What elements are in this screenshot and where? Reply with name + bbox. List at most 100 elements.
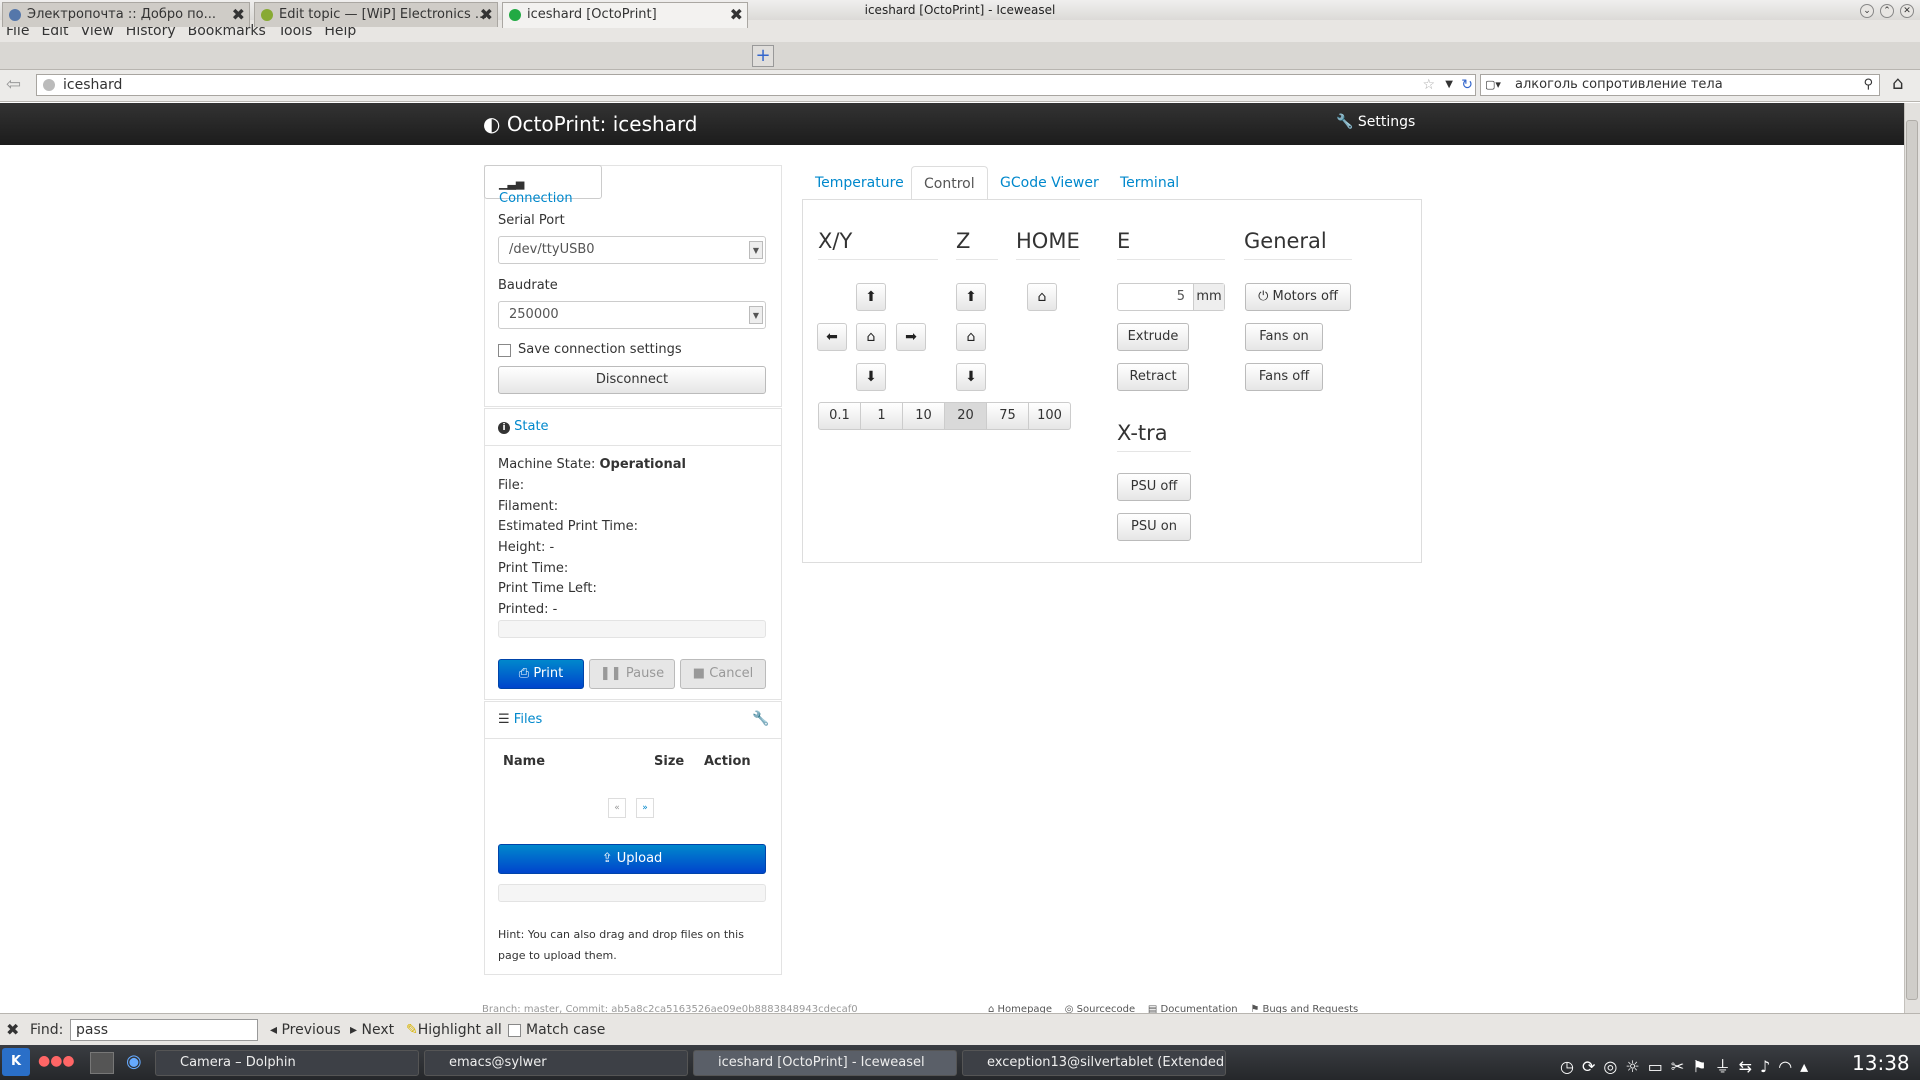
pagination-prev[interactable]: « bbox=[608, 798, 626, 818]
find-previous-button[interactable]: ◂ Previous bbox=[270, 1014, 341, 1046]
serial-port-select[interactable]: /dev/ttyUSB0 ▼ bbox=[498, 236, 766, 264]
tab-temperature[interactable]: Temperature bbox=[803, 166, 916, 200]
find-close-icon[interactable]: ✖ bbox=[6, 1014, 19, 1046]
psu-off-button[interactable]: PSU off bbox=[1117, 473, 1191, 501]
task-emacs[interactable]: emacs@sylwer bbox=[424, 1050, 688, 1076]
updates-icon[interactable]: ⟳ bbox=[1582, 1057, 1603, 1076]
settings-tray-icon[interactable]: ☼ bbox=[1625, 1057, 1647, 1076]
motors-off-button[interactable]: ⏻ Motors off bbox=[1245, 283, 1351, 311]
y-plus-button[interactable]: ⬆ bbox=[856, 283, 886, 311]
footer-homepage[interactable]: ⌂ Homepage bbox=[988, 1004, 1052, 1013]
tab-gcode-viewer[interactable]: GCode Viewer bbox=[988, 166, 1111, 200]
reload-icon[interactable]: ↻ bbox=[1461, 75, 1473, 95]
tab-terminal[interactable]: Terminal bbox=[1108, 166, 1191, 200]
home-all-button[interactable]: ⌂ bbox=[1027, 283, 1057, 311]
tab-close-icon[interactable]: ✖ bbox=[232, 3, 245, 27]
highlight-all-button[interactable]: ✎Highlight all bbox=[406, 1014, 502, 1046]
browser-tab[interactable]: Edit topic — [WiP] Electronics ... ✖ bbox=[254, 2, 498, 27]
search-engine-icon[interactable]: ▢▾ bbox=[1485, 75, 1501, 95]
y-minus-button[interactable]: ⬇ bbox=[856, 363, 886, 391]
task-terminal[interactable]: exception13@silvertablet (Extended bbox=[962, 1050, 1226, 1076]
octoprint-brand[interactable]: ◐ OctoPrint: iceshard bbox=[483, 110, 698, 138]
fans-off-button[interactable]: Fans off bbox=[1245, 363, 1323, 391]
close-icon[interactable]: ✕ bbox=[1900, 4, 1914, 18]
disconnect-button[interactable]: Disconnect bbox=[498, 366, 766, 394]
browser-launcher-icon[interactable]: ◉ bbox=[126, 1051, 142, 1072]
z-plus-button[interactable]: ⬆ bbox=[956, 283, 986, 311]
footer-bugs[interactable]: ⚑ Bugs and Requests bbox=[1250, 1004, 1358, 1013]
z-minus-button[interactable]: ⬇ bbox=[956, 363, 986, 391]
taskbar: K ●●● ◉ Camera – Dolphin emacs@sylwer ic… bbox=[0, 1045, 1920, 1080]
cancel-button[interactable]: ■ Cancel bbox=[680, 659, 766, 689]
display-icon[interactable]: ▭ bbox=[1648, 1057, 1671, 1076]
search-icon[interactable]: ⚲ bbox=[1863, 75, 1873, 95]
search-box[interactable]: ▢▾ алкоголь сопротивление тела ⚲ bbox=[1480, 74, 1880, 96]
notifications-icon[interactable]: ◎ bbox=[1603, 1057, 1625, 1076]
wrench-icon[interactable]: 🔧 bbox=[752, 711, 769, 727]
url-dropdown-icon[interactable]: ▼ bbox=[1445, 75, 1453, 95]
column-header-size[interactable]: Size bbox=[654, 754, 684, 769]
save-settings-checkbox[interactable] bbox=[498, 344, 511, 357]
motors-off-label: Motors off bbox=[1272, 289, 1338, 304]
kde-menu-icon[interactable]: K bbox=[2, 1048, 30, 1076]
home-z-button[interactable]: ⌂ bbox=[956, 323, 986, 351]
new-tab-button[interactable]: + bbox=[752, 45, 774, 67]
clock-tray-icon[interactable]: ◷ bbox=[1560, 1057, 1582, 1076]
footer-sourcecode[interactable]: ◎ Sourcecode bbox=[1065, 1004, 1135, 1013]
task-dolphin[interactable]: Camera – Dolphin bbox=[155, 1050, 419, 1076]
keyboard-layout-icon[interactable]: ⚑ bbox=[1692, 1057, 1714, 1076]
tab-close-icon[interactable]: ✖ bbox=[480, 3, 493, 27]
usb-icon[interactable]: ⏚ bbox=[1715, 1057, 1739, 1076]
tab-control[interactable]: Control bbox=[911, 166, 988, 200]
volume-icon[interactable]: ♪ bbox=[1760, 1057, 1778, 1076]
files-header[interactable]: ☰ Files bbox=[498, 712, 542, 727]
column-header-name[interactable]: Name bbox=[503, 754, 545, 769]
psu-on-button[interactable]: PSU on bbox=[1117, 513, 1191, 541]
home-xy-button[interactable]: ⌂ bbox=[856, 323, 886, 351]
extrude-button[interactable]: Extrude bbox=[1117, 323, 1189, 351]
upload-button[interactable]: ⇪ Upload bbox=[498, 844, 766, 874]
settings-link[interactable]: 🔧 Settings bbox=[1336, 114, 1415, 130]
print-button[interactable]: ⎙ Print bbox=[498, 659, 584, 689]
retract-button[interactable]: Retract bbox=[1117, 363, 1189, 391]
tab-close-icon[interactable]: ✖ bbox=[730, 3, 743, 27]
activity-icon[interactable]: ●●● bbox=[38, 1053, 88, 1073]
pause-icon: ❚❚ bbox=[599, 666, 622, 681]
distance-1[interactable]: 1 bbox=[860, 402, 903, 430]
browser-tab-active[interactable]: iceshard [OctoPrint] ✖ bbox=[502, 2, 748, 28]
find-input[interactable]: pass bbox=[70, 1019, 258, 1041]
x-plus-button[interactable]: ➡ bbox=[896, 323, 926, 351]
home-icon[interactable]: ⌂ bbox=[1892, 73, 1903, 94]
distance-75[interactable]: 75 bbox=[986, 402, 1029, 430]
pagination-next[interactable]: » bbox=[636, 798, 654, 818]
clock[interactable]: 13:38 bbox=[1852, 1051, 1910, 1075]
connection-toggle[interactable]: ▁▃▅ Connection bbox=[484, 165, 602, 206]
bookmark-star-icon[interactable]: ☆ bbox=[1422, 75, 1435, 95]
pause-button[interactable]: ❚❚ Pause bbox=[589, 659, 675, 689]
task-iceweasel[interactable]: iceshard [OctoPrint] - Iceweasel bbox=[693, 1050, 957, 1076]
minimize-icon[interactable]: ⌄ bbox=[1860, 4, 1874, 18]
distance-20[interactable]: 20 bbox=[944, 402, 987, 430]
state-header[interactable]: i State bbox=[498, 419, 549, 434]
site-identity-icon[interactable] bbox=[43, 79, 55, 91]
scrollbar-thumb[interactable] bbox=[1906, 120, 1918, 1000]
footer-documentation[interactable]: ▤ Documentation bbox=[1148, 1004, 1238, 1013]
distance-10[interactable]: 10 bbox=[902, 402, 945, 430]
tray-expand-icon[interactable]: ▴ bbox=[1800, 1057, 1816, 1076]
network-icon[interactable]: ⇆ bbox=[1739, 1057, 1760, 1076]
url-bar[interactable]: iceshard ☆ ▼ ↻ bbox=[36, 74, 1476, 96]
browser-tab[interactable]: Электропочта :: Добро по... ✖ bbox=[2, 2, 250, 27]
maximize-icon[interactable]: ⌃ bbox=[1880, 4, 1894, 18]
back-arrow-icon[interactable]: ⇦ bbox=[6, 74, 21, 95]
scissors-icon[interactable]: ✂ bbox=[1671, 1057, 1692, 1076]
wifi-icon[interactable]: ◠ bbox=[1778, 1057, 1800, 1076]
desktop-pager-icon[interactable] bbox=[90, 1052, 114, 1074]
extrude-amount-input[interactable]: 5 bbox=[1118, 284, 1194, 310]
distance-100[interactable]: 100 bbox=[1028, 402, 1071, 430]
fans-on-button[interactable]: Fans on bbox=[1245, 323, 1323, 351]
match-case-checkbox[interactable] bbox=[508, 1024, 521, 1037]
distance-0-1[interactable]: 0.1 bbox=[818, 402, 861, 430]
baudrate-select[interactable]: 250000 ▼ bbox=[498, 301, 766, 329]
x-minus-button[interactable]: ⬅ bbox=[817, 323, 847, 351]
find-next-button[interactable]: ▸ Next bbox=[350, 1014, 394, 1046]
